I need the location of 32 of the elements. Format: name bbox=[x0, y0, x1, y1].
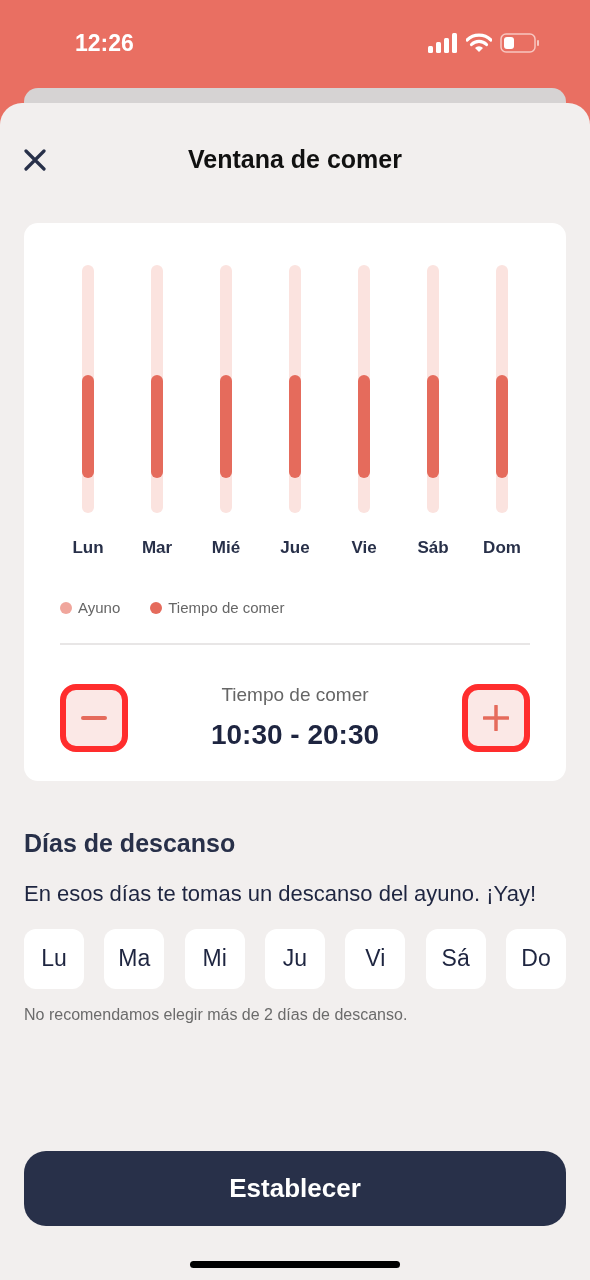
legend-label: Ayuno bbox=[78, 597, 121, 618]
day-label: Lun bbox=[72, 537, 104, 559]
plus-icon bbox=[483, 705, 509, 732]
section-description: En esos días te tomas un descanso del ayuno. ¡Yay! bbox=[24, 879, 537, 908]
day-label: Vie bbox=[351, 537, 377, 559]
wifi-icon bbox=[466, 33, 492, 53]
rest-day-chip[interactable]: Ma bbox=[104, 928, 165, 989]
decrease-button[interactable] bbox=[60, 684, 128, 753]
status-time: 12:26 bbox=[75, 28, 134, 58]
close-icon[interactable] bbox=[24, 149, 46, 171]
rest-day-chip[interactable]: Vi bbox=[345, 928, 406, 989]
modal-title: Ventana de comer bbox=[188, 144, 402, 176]
legend-label: Tiempo de comer bbox=[168, 597, 285, 618]
rest-day-chip[interactable]: Mi bbox=[184, 928, 245, 989]
eating-time-label: Tiempo de comer bbox=[221, 683, 369, 707]
day-label: Sáb bbox=[417, 537, 449, 559]
day-label: Jue bbox=[280, 537, 310, 559]
rest-days-note: No recomendamos elegir más de 2 días de descanso. bbox=[24, 1004, 409, 1025]
rest-day-chip[interactable]: Sá bbox=[425, 928, 486, 989]
eating-time-range: 10:30 - 20:30 bbox=[210, 717, 380, 752]
rest-day-chip[interactable]: Do bbox=[505, 928, 566, 989]
battery-icon bbox=[500, 33, 540, 53]
signal-icon bbox=[428, 33, 458, 53]
section-heading: Días de descanso bbox=[24, 828, 237, 859]
rest-day-chip[interactable]: Lu bbox=[24, 928, 84, 989]
day-label: Dom bbox=[483, 537, 521, 559]
day-label: Mar bbox=[141, 537, 173, 559]
rest-day-chip[interactable]: Ju bbox=[265, 928, 325, 989]
day-label: Mié bbox=[211, 537, 241, 559]
establecer-button[interactable]: Establecer bbox=[24, 1151, 566, 1226]
increase-button[interactable] bbox=[462, 684, 530, 753]
minus-icon bbox=[81, 716, 107, 721]
